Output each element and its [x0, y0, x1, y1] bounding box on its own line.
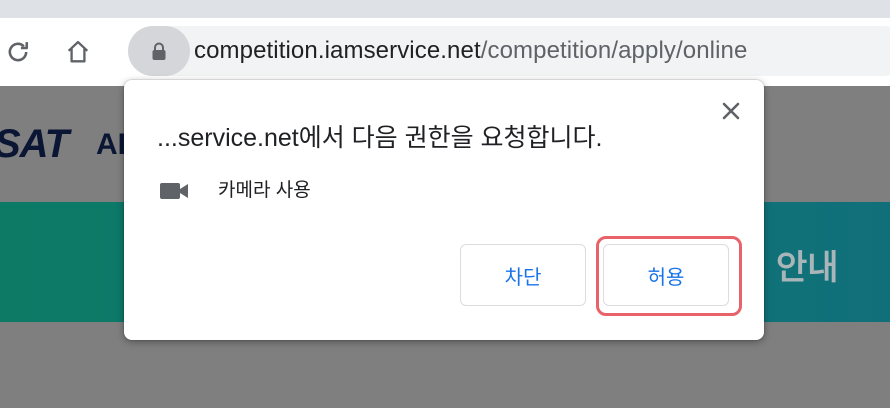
close-button[interactable]: [716, 96, 746, 126]
block-button[interactable]: 차단: [460, 244, 586, 306]
allow-button[interactable]: 허용: [603, 244, 729, 306]
site-logo[interactable]: SAT: [0, 122, 69, 167]
permission-dialog: ...service.net에서 다음 권한을 요청합니다. 카메라 사용 차단…: [124, 80, 764, 340]
dialog-title: ...service.net에서 다음 권한을 요청합니다.: [157, 124, 603, 152]
url-text[interactable]: competition.iamservice.net/competition/a…: [194, 37, 747, 65]
address-bar[interactable]: competition.iamservice.net/competition/a…: [128, 26, 890, 76]
home-button[interactable]: [62, 36, 94, 68]
lock-icon: [152, 42, 166, 60]
tab-strip: [0, 0, 890, 18]
camera-icon: [160, 183, 188, 199]
site-info-button[interactable]: [128, 26, 190, 76]
site-logo-suffix: AI: [96, 128, 126, 161]
permission-label: 카메라 사용: [218, 180, 311, 201]
browser-toolbar: competition.iamservice.net/competition/a…: [0, 18, 890, 86]
home-icon: [67, 40, 89, 63]
url-path: /competition/apply/online: [480, 37, 748, 64]
banner-title: 안내: [776, 249, 839, 287]
reload-button[interactable]: [2, 36, 34, 68]
permission-item: 카메라 사용: [160, 178, 311, 204]
close-icon: [722, 102, 740, 120]
reload-icon: [8, 42, 29, 62]
url-host: competition.iamservice.net: [194, 37, 481, 64]
